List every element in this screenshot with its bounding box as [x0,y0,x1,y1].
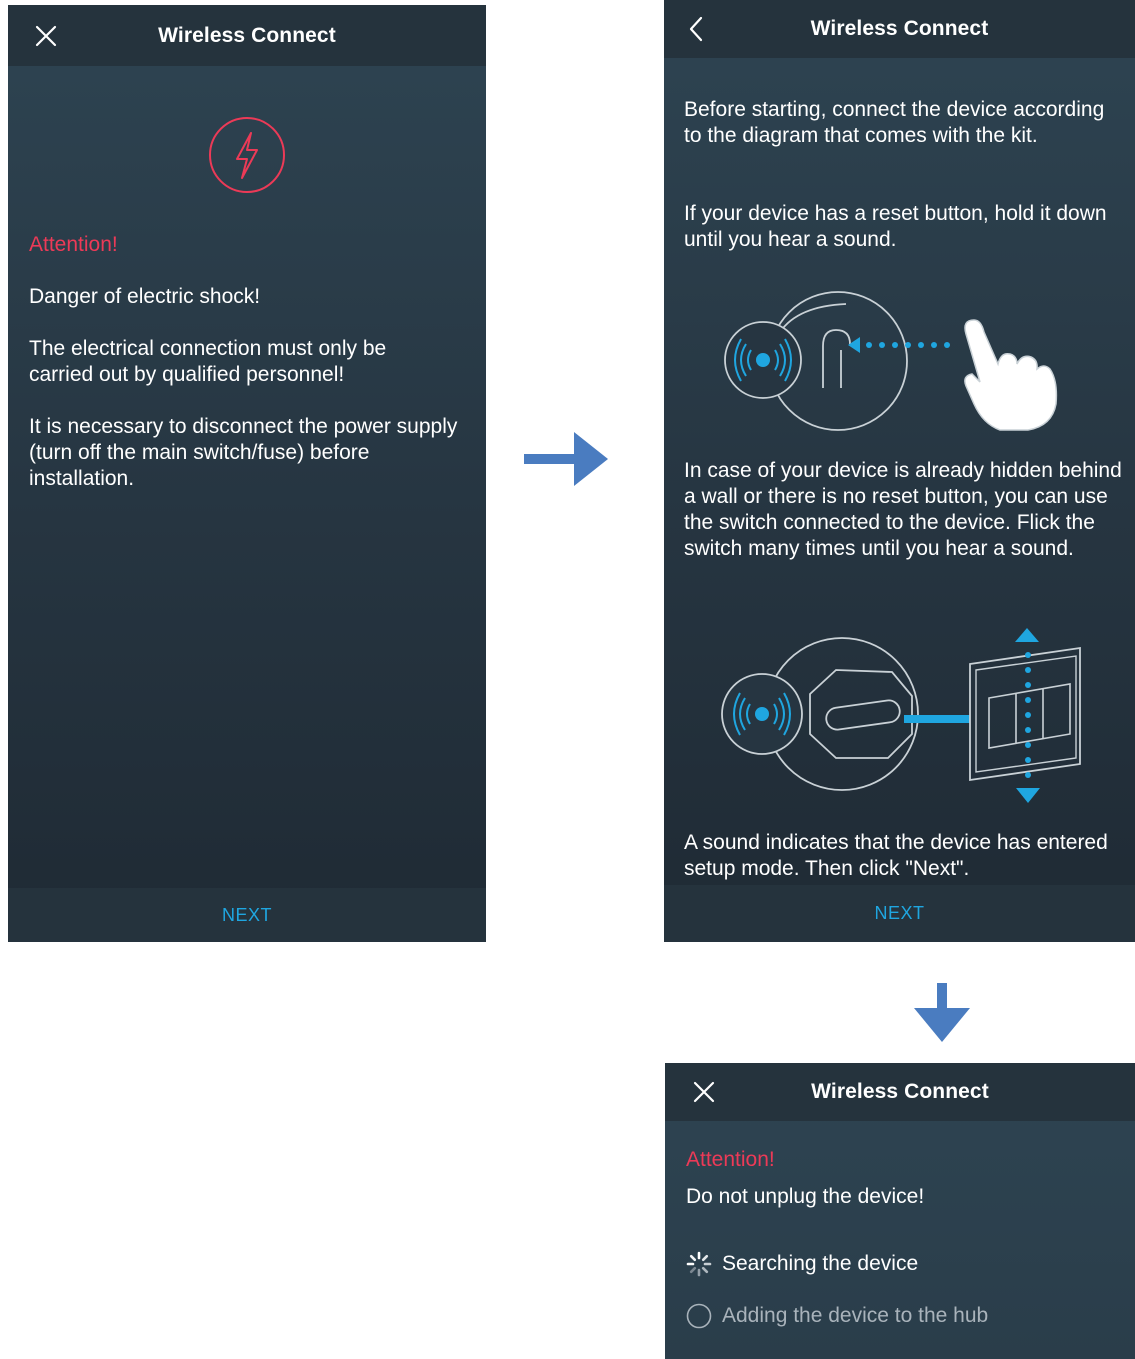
body-text: It is necessary to disconnect the power … [29,415,458,490]
progress-step-adding: Adding the device to the hub [685,1302,988,1330]
top-bar: Wireless Connect [664,0,1135,58]
body-text: Danger of electric shock! [29,285,261,308]
progress-step-searching: Searching the device [685,1250,918,1278]
attention-label: Attention! [686,1148,775,1171]
next-button-label: NEXT [221,904,272,925]
wall-switch-diagram [721,628,1081,803]
step-label: Searching the device [722,1252,919,1275]
flow-arrow-right-icon [524,432,608,486]
hand-pointer-icon [964,319,1058,431]
next-button[interactable]: NEXT [664,885,1135,942]
page-title: Wireless Connect [158,23,336,47]
warning-screen: Wireless Connect Attention! Danger of el… [8,5,486,942]
flow-arrow-down-icon [914,983,970,1042]
warning-text: Do not unplug the device! [686,1185,925,1208]
close-icon[interactable] [16,5,76,66]
step-label: Adding the device to the hub [722,1304,989,1327]
back-chevron-icon[interactable] [666,0,726,58]
page-title: Wireless Connect [811,1080,989,1103]
top-bar: Wireless Connect [665,1063,1135,1121]
body-text: In case of your device is already hidden… [684,459,1122,560]
searching-screen: Wireless Connect Attention! Do not unplu… [665,1063,1135,1359]
next-button[interactable]: NEXT [8,888,486,942]
body-text: Before starting, connect the device acco… [684,98,1105,147]
next-button-label: NEXT [874,903,925,923]
body-text: If your device has a reset button, hold … [684,202,1107,251]
reset-button-diagram [724,291,1058,431]
spinner-icon [685,1250,713,1278]
empty-circle-icon [685,1302,713,1330]
body-text: A sound indicates that the device has en… [684,831,1108,880]
top-bar: Wireless Connect [8,5,486,66]
body-text: The electrical connection must only be c… [29,337,387,386]
lightning-icon [209,117,285,193]
close-icon[interactable] [674,1063,734,1121]
page-title: Wireless Connect [810,17,989,40]
instructions-screen: Wireless Connect Before starting, connec… [664,0,1135,942]
attention-label: Attention! [29,233,118,256]
